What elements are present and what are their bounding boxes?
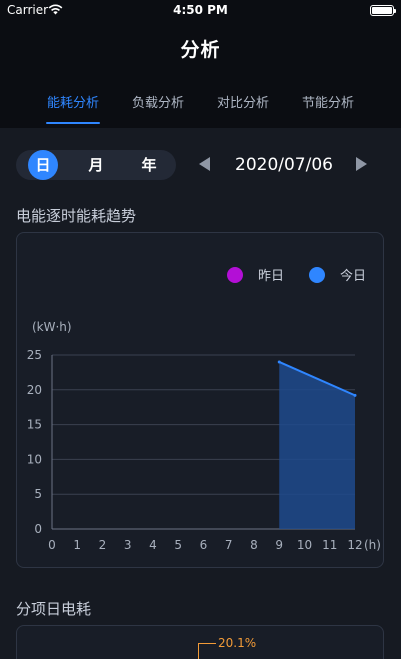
x-tick-label: 3 — [124, 538, 132, 552]
x-tick-label: 10 — [297, 538, 312, 552]
legend-label: 昨日 — [258, 269, 284, 284]
period-segmented-control: 日 月 年 — [16, 150, 176, 180]
x-tick-label: 11 — [322, 538, 337, 552]
y-tick-label: 0 — [34, 522, 42, 536]
x-tick-label: 1 — [73, 538, 81, 552]
pie-slice-label: 20.1% — [218, 636, 257, 650]
legend-marker — [309, 267, 325, 283]
x-tick-label: 7 — [225, 538, 233, 552]
period-year-button[interactable]: 年 — [133, 150, 165, 180]
series-point — [277, 360, 281, 364]
active-tab-indicator — [46, 122, 100, 124]
x-tick-label: 0 — [48, 538, 56, 552]
hourly-energy-chart: 05101520250 1 2 3 4 5 6 7 8 9 10 11 12 (h)(kW·h)昨日 今日 — [27, 267, 381, 552]
pie-leader-line — [198, 643, 216, 659]
x-tick-label: 12 — [347, 538, 362, 552]
x-unit-label: (h) — [364, 538, 381, 552]
period-month-button[interactable]: 月 — [80, 150, 112, 180]
battery-icon — [370, 5, 396, 16]
tab-energy-analysis[interactable]: 能耗分析 — [38, 92, 108, 111]
series-point — [353, 393, 357, 397]
status-bar: Carrier 4:50 PM — [0, 0, 401, 22]
status-time: 4:50 PM — [173, 3, 228, 17]
selected-date: 2020/07/06 — [235, 155, 333, 175]
y-tick-label: 15 — [27, 418, 42, 432]
x-tick-label: 9 — [275, 538, 283, 552]
x-tick-label: 6 — [200, 538, 208, 552]
x-tick-label: 8 — [250, 538, 258, 552]
series-area — [279, 361, 355, 529]
tab-bar: 能耗分析 负载分析 对比分析 节能分析 — [0, 92, 401, 124]
tab-energy-saving-analysis[interactable]: 节能分析 — [293, 92, 363, 111]
y-tick-label: 10 — [27, 452, 42, 466]
period-day-button[interactable]: 日 — [28, 150, 58, 180]
trend-section-title: 电能逐时能耗趋势 — [16, 207, 137, 225]
x-tick-label: 2 — [99, 538, 107, 552]
next-date-icon[interactable] — [356, 157, 367, 171]
trend-chart-card: 0 5 10 15 20 25 0 1 2 3 4 5 6 7 8 9 10 11 12 (h) (kW·h) 昨日 今日 — [16, 232, 384, 568]
legend-marker — [227, 267, 243, 283]
x-tick-label: 4 — [149, 538, 157, 552]
y-unit-label: (kW·h) — [32, 320, 72, 334]
y-tick-label: 20 — [27, 383, 42, 397]
page-title: 分析 — [180, 39, 221, 61]
tab-load-analysis[interactable]: 负载分析 — [123, 92, 193, 111]
legend-label: 今日 — [340, 268, 366, 284]
tab-comparison-analysis[interactable]: 对比分析 — [208, 92, 278, 111]
sub-item-section-title: 分项日电耗 — [16, 600, 92, 618]
y-tick-label: 25 — [27, 348, 42, 362]
x-tick-label: 5 — [174, 538, 182, 552]
previous-date-icon[interactable] — [199, 157, 210, 171]
y-tick-label: 5 — [34, 487, 42, 501]
